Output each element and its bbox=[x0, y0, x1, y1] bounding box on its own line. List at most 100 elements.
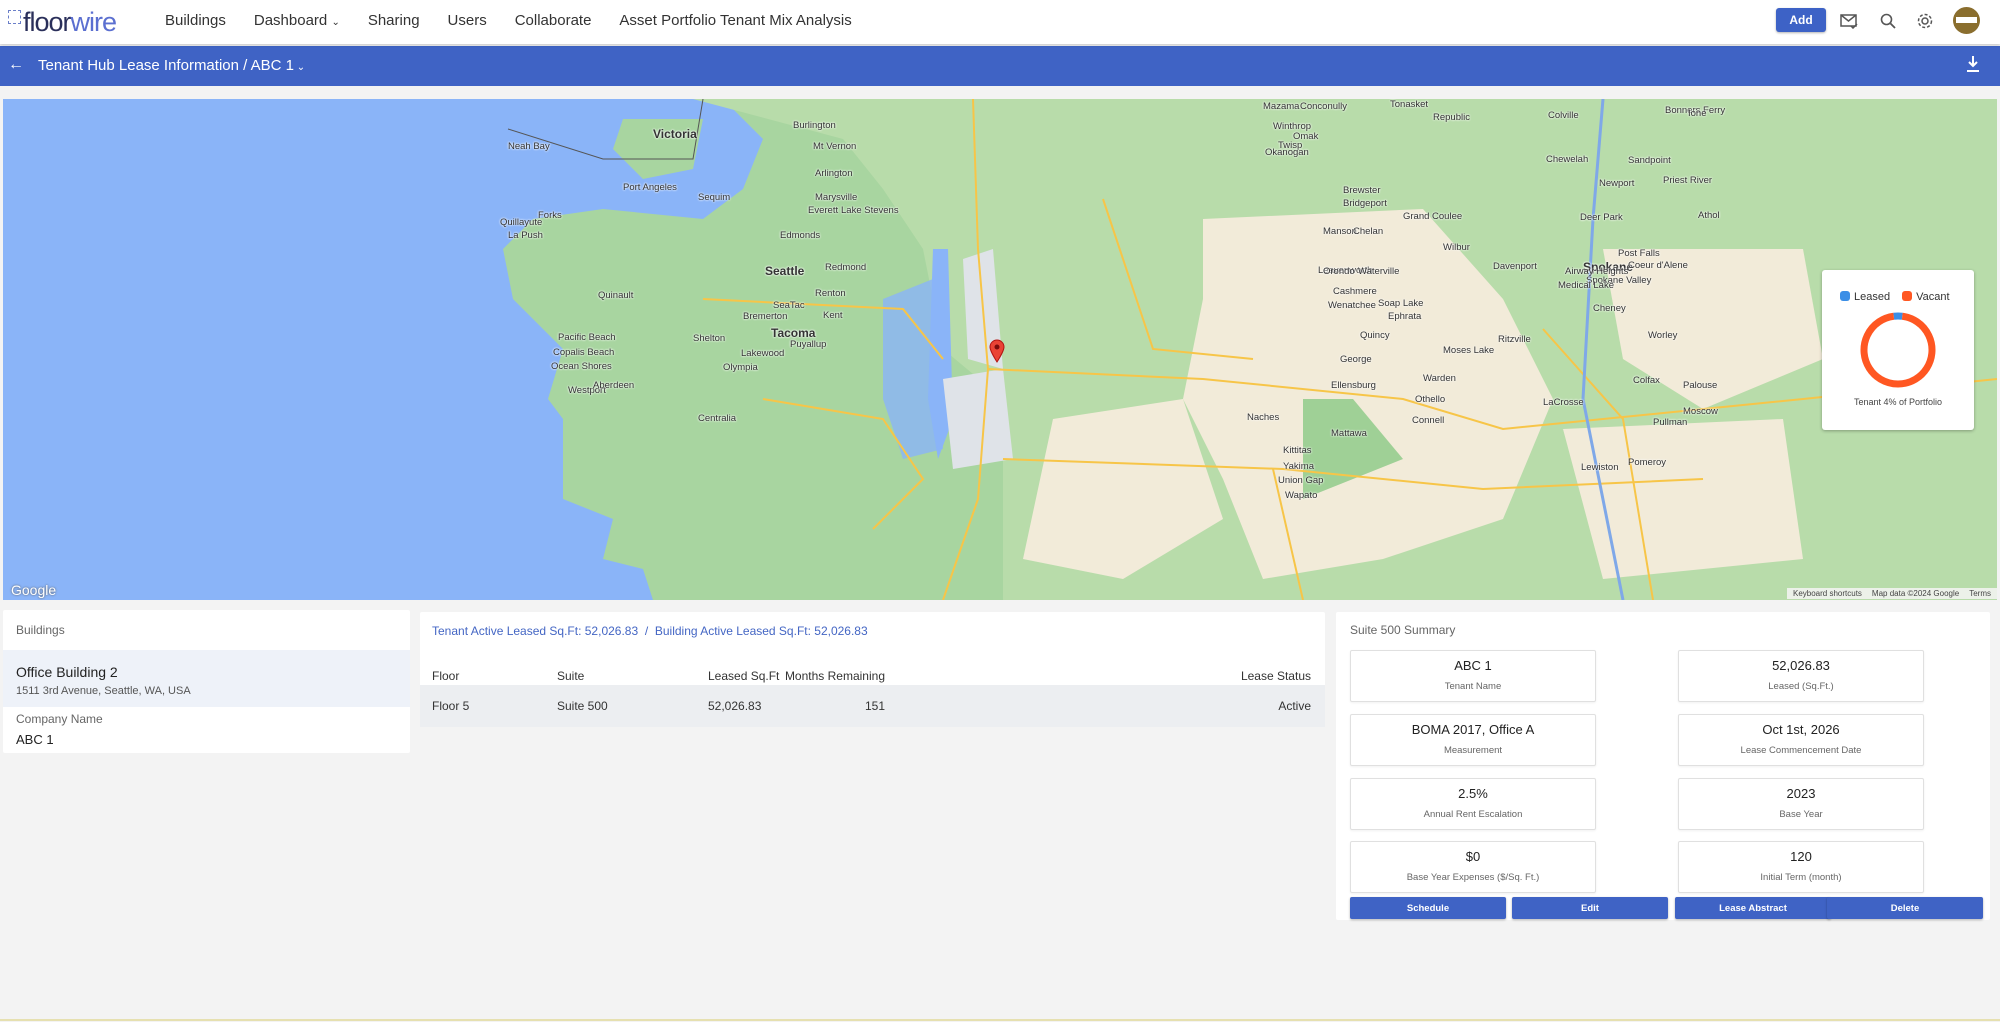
map-city-label: Soap Lake bbox=[1378, 298, 1424, 309]
logo-text: floor bbox=[23, 6, 72, 37]
map-city-label: Colfax bbox=[1633, 375, 1660, 386]
mail-check-icon[interactable] bbox=[1838, 10, 1860, 32]
map-city-label: Brewster bbox=[1343, 185, 1381, 196]
map-city-label: Cashmere bbox=[1333, 286, 1377, 297]
map-city-label: Ritzville bbox=[1498, 334, 1531, 345]
nav-asset-portfolio[interactable]: Asset Portfolio Tenant Mix Analysis bbox=[619, 12, 851, 29]
page-title: Tenant Hub Lease Information bbox=[38, 57, 239, 74]
map-city-label: Palouse bbox=[1683, 380, 1718, 391]
floorwire-logo[interactable]: floor wire bbox=[8, 6, 118, 38]
buildings-header: Buildings bbox=[16, 623, 65, 637]
occupancy-donut-card: Leased Vacant Tenant 4% of Portfolio bbox=[1822, 270, 1974, 430]
nav-collaborate[interactable]: Collaborate bbox=[515, 12, 592, 29]
map-view[interactable]: Victoria Neah Bay Port Angeles Sequim Forks L… bbox=[3, 99, 1997, 600]
top-navigation: floor wire Buildings Dashboard ⌄ Sharing … bbox=[0, 0, 2000, 44]
summary-leased-sqft: 52,026.83 Leased (Sq.Ft.) bbox=[1678, 650, 1924, 702]
search-icon[interactable] bbox=[1877, 10, 1899, 32]
summary-label: Leased (Sq.Ft.) bbox=[1768, 681, 1834, 692]
map-city-label: Ione bbox=[1688, 108, 1707, 119]
map-city-label: Lake Stevens bbox=[841, 205, 899, 216]
summary-separator: / bbox=[644, 624, 649, 638]
map-city-label: Mattawa bbox=[1331, 428, 1367, 439]
column-header-floor[interactable]: Floor bbox=[432, 669, 459, 683]
map-city-label: Centralia bbox=[698, 413, 737, 424]
map-city-label: Bremerton bbox=[743, 311, 788, 322]
add-button[interactable]: Add bbox=[1776, 8, 1826, 32]
map-city-label: Redmond bbox=[825, 262, 867, 273]
delete-button[interactable]: Delete bbox=[1827, 897, 1983, 919]
nav-buildings[interactable]: Buildings bbox=[165, 12, 226, 29]
summary-value: ABC 1 bbox=[1454, 658, 1492, 673]
summary-value: 52,026.83 bbox=[1772, 658, 1830, 673]
cell-floor: Floor 5 bbox=[432, 699, 470, 713]
summary-label: Lease Commencement Date bbox=[1740, 745, 1862, 756]
map-city-label: Warden bbox=[1423, 373, 1456, 384]
nav-dashboard[interactable]: Dashboard ⌄ bbox=[254, 12, 340, 29]
table-row[interactable]: Floor 5 Suite 500 52,026.83 151 Active bbox=[420, 685, 1325, 727]
building-list-item[interactable]: Office Building 2 1511 3rd Avenue, Seatt… bbox=[3, 650, 410, 707]
map-city-label: Medical Lake bbox=[1558, 280, 1614, 291]
column-header-suite[interactable]: Suite bbox=[557, 669, 584, 683]
column-header-lease-status[interactable]: Lease Status bbox=[1241, 669, 1311, 683]
map-city-label: Edmonds bbox=[780, 230, 821, 241]
breadcrumb: Tenant Hub Lease Information / ABC 1 ⌄ bbox=[38, 57, 305, 74]
map-city-label: Bridgeport bbox=[1343, 198, 1387, 209]
map-city-label: Union Gap bbox=[1278, 475, 1324, 486]
gear-icon[interactable] bbox=[1914, 10, 1936, 32]
summary-tenant-name: ABC 1 Tenant Name bbox=[1350, 650, 1596, 702]
nav-sharing[interactable]: Sharing bbox=[368, 12, 420, 29]
map-city-label: Grand Coulee bbox=[1403, 211, 1463, 222]
column-header-months-remaining[interactable]: Months Remaining bbox=[785, 669, 885, 683]
summary-value: 2.5% bbox=[1458, 786, 1488, 801]
map-city-label: Kent bbox=[823, 310, 843, 321]
tenant-selector[interactable]: ABC 1 bbox=[251, 57, 294, 74]
legend-label-leased: Leased bbox=[1854, 291, 1891, 303]
map-city-label: Orondo bbox=[1323, 266, 1355, 277]
map-city-label: Conconully bbox=[1300, 101, 1347, 112]
donut-slice-vacant[interactable] bbox=[1860, 312, 1936, 388]
map-city-label: Republic bbox=[1433, 112, 1470, 123]
column-header-leased-sqft[interactable]: Leased Sq.Ft bbox=[708, 669, 779, 683]
map-city-label: Aberdeen bbox=[593, 380, 635, 391]
lease-abstract-button[interactable]: Lease Abstract bbox=[1675, 897, 1831, 919]
map-city-label: Lakewood bbox=[741, 348, 785, 359]
summary-value: Oct 1st, 2026 bbox=[1762, 722, 1840, 737]
footer-divider bbox=[0, 1019, 2000, 1021]
map-city-label: Newport bbox=[1599, 178, 1635, 189]
terms-link[interactable]: Terms bbox=[1969, 589, 1991, 598]
keyboard-shortcuts-link[interactable]: Keyboard shortcuts bbox=[1793, 589, 1862, 598]
schedule-button[interactable]: Schedule bbox=[1350, 897, 1506, 919]
summary-commencement-date: Oct 1st, 2026 Lease Commencement Date bbox=[1678, 714, 1924, 766]
summary-value: BOMA 2017, Office A bbox=[1411, 722, 1535, 737]
map-city-label: Coeur d'Alene bbox=[1628, 260, 1688, 271]
legend-swatch-vacant bbox=[1902, 291, 1913, 301]
map-city-label: Renton bbox=[815, 288, 846, 299]
map-city-label: Sequim bbox=[698, 192, 731, 203]
suite-summary-panel: Suite 500 Summary ABC 1 Tenant Name 52,02… bbox=[1336, 612, 1990, 920]
map-city-label: Copalis Beach bbox=[553, 347, 615, 358]
map-city-label: Yakima bbox=[1283, 461, 1314, 472]
nav-users[interactable]: Users bbox=[448, 12, 487, 29]
map-city-label: Arlington bbox=[815, 168, 853, 179]
map-city-label: Airway Heights bbox=[1565, 266, 1629, 277]
map-city-label: Davenport bbox=[1493, 261, 1537, 272]
legend-item-vacant[interactable]: Vacant bbox=[1902, 291, 1950, 303]
chevron-down-icon[interactable]: ⌄ bbox=[294, 62, 305, 73]
cell-leased-sqft: 52,026.83 bbox=[708, 699, 762, 713]
map-city-label: Everett bbox=[808, 205, 839, 216]
legend-item-leased[interactable]: Leased bbox=[1840, 291, 1890, 303]
company-name-label: Company Name bbox=[16, 712, 103, 726]
legend-label-vacant: Vacant bbox=[1916, 291, 1950, 303]
map-city-label: Post Falls bbox=[1618, 248, 1660, 259]
avatar[interactable] bbox=[1953, 7, 1980, 34]
logo-text-accent: wire bbox=[70, 6, 118, 37]
summary-value: 120 bbox=[1790, 849, 1812, 864]
summary-value: $0 bbox=[1465, 849, 1481, 864]
summary-label: Annual Rent Escalation bbox=[1423, 809, 1523, 820]
map-city-label: Quillayute bbox=[500, 217, 543, 228]
edit-button[interactable]: Edit bbox=[1512, 897, 1668, 919]
download-icon[interactable] bbox=[1966, 55, 1980, 78]
buildings-panel: Buildings Office Building 2 1511 3rd Ave… bbox=[3, 610, 410, 753]
arrow-left-icon[interactable]: ← bbox=[8, 56, 24, 74]
company-name-value: ABC 1 bbox=[16, 732, 54, 747]
